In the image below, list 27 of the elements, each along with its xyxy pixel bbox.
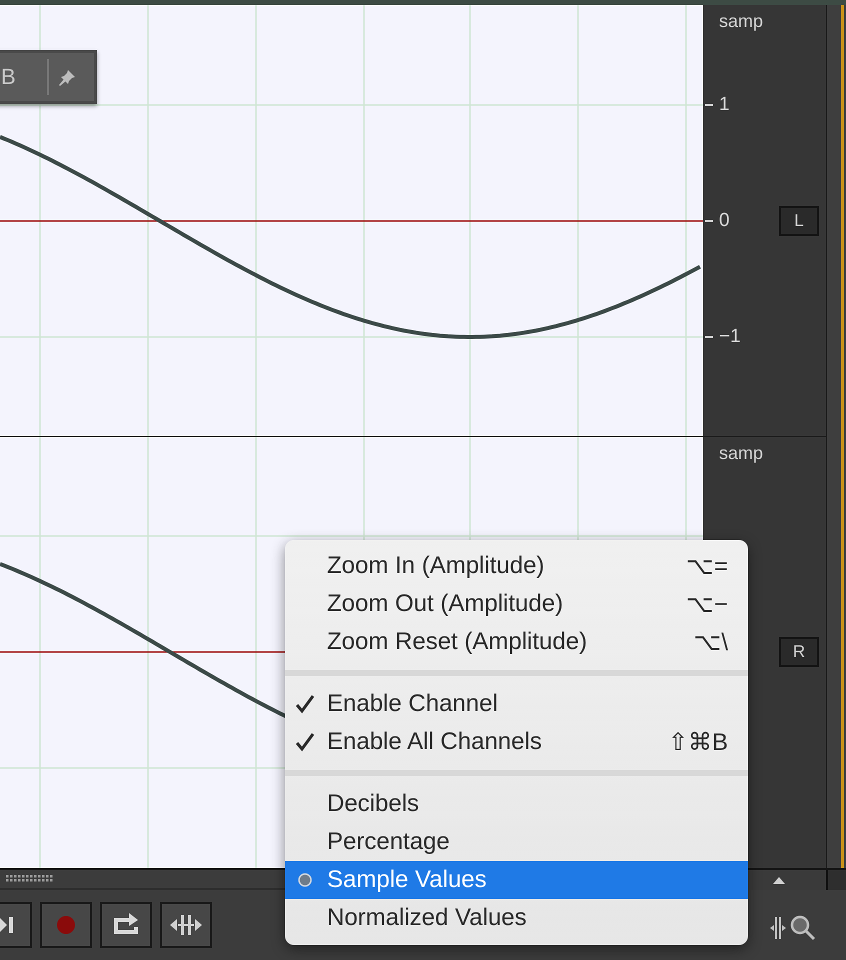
scroll-up-icon[interactable] [773,876,785,884]
unit-label: samp [719,443,764,464]
zoom-icon[interactable] [790,915,816,941]
menu-item[interactable]: Decibels [285,785,748,823]
axis-label: −1 [719,326,741,348]
menu-item[interactable]: Sample Values [285,861,748,899]
grip-icon[interactable] [6,875,54,883]
axis-label: 0 [719,210,730,232]
menu-item[interactable]: Normalized Values [285,899,748,937]
menu-item[interactable]: Enable All Channels ⇧⌘B [285,723,748,761]
menu-item[interactable]: Zoom Reset (Amplitude) ⌥\ [285,623,748,661]
skip-selection-icon [169,914,203,936]
loop-button[interactable] [100,902,152,948]
menu-item[interactable]: Zoom Out (Amplitude) ⌥− [285,585,748,623]
unit-label: samp [719,11,764,32]
pin-icon[interactable] [59,68,77,86]
channel-button[interactable]: R [779,637,819,667]
menu-item[interactable]: Zoom In (Amplitude) ⌥= [285,547,748,585]
record-icon [55,914,77,936]
menu-item[interactable]: Enable Channel [285,685,748,723]
skip-end-icon [0,917,13,933]
menu-item[interactable]: Percentage [285,823,748,861]
zoom-fit-icon[interactable] [770,917,786,939]
channel-button[interactable]: L [779,206,819,236]
hud-label: B [1,64,17,90]
skip-selection-button[interactable] [160,902,212,948]
axis-label: 1 [719,94,730,116]
